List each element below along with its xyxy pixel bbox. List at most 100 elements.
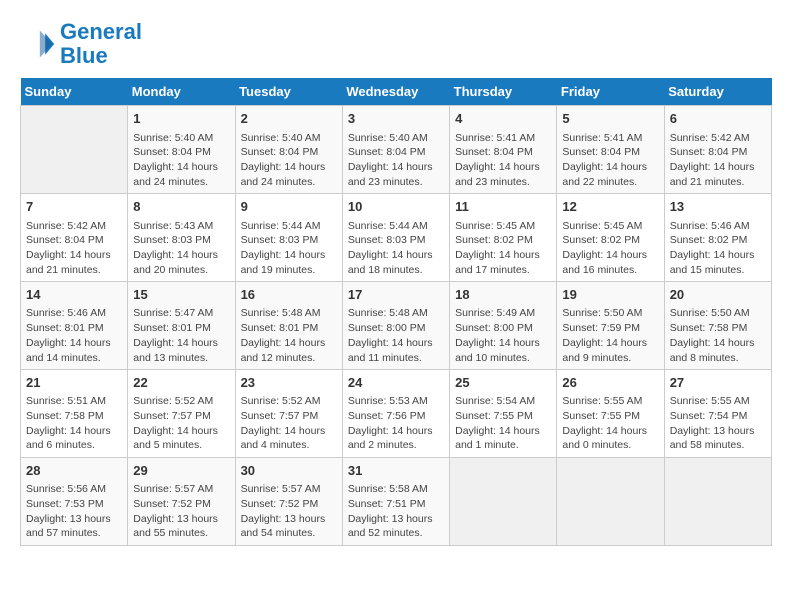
day-cell: 15Sunrise: 5:47 AM Sunset: 8:01 PM Dayli… — [128, 282, 235, 370]
day-info: Sunrise: 5:56 AM Sunset: 7:53 PM Dayligh… — [26, 482, 122, 541]
header-cell-monday: Monday — [128, 78, 235, 106]
day-info: Sunrise: 5:50 AM Sunset: 7:58 PM Dayligh… — [670, 306, 766, 365]
day-info: Sunrise: 5:45 AM Sunset: 8:02 PM Dayligh… — [562, 219, 658, 278]
day-info: Sunrise: 5:40 AM Sunset: 8:04 PM Dayligh… — [348, 131, 444, 190]
day-number: 29 — [133, 462, 229, 480]
day-cell — [664, 458, 771, 546]
day-cell: 1 Sunrise: 5:40 AM Sunset: 8:04 PM Daylig… — [128, 106, 235, 194]
day-cell: 10 Sunrise: 5:44 AM Sunset: 8:03 PM Dayli… — [342, 194, 449, 282]
day-number: 3 — [348, 110, 444, 128]
header-cell-friday: Friday — [557, 78, 664, 106]
week-row-3: 14 Sunrise: 5:46 AM Sunset: 8:01 PM Dayli… — [21, 282, 772, 370]
day-number: 5 — [562, 110, 658, 128]
day-info: Sunrise: 5:40 AM Sunset: 8:04 PM Dayligh… — [133, 131, 229, 190]
day-info: Sunrise: 5:41 AM Sunset: 8:04 PM Dayligh… — [562, 131, 658, 190]
day-number: 2 — [241, 110, 337, 128]
day-info: Sunrise: 5:46 AM Sunset: 8:02 PM Dayligh… — [670, 219, 766, 278]
day-number: 9 — [241, 198, 337, 216]
day-cell — [450, 458, 557, 546]
day-number: 15 — [133, 286, 229, 304]
day-cell: 21 Sunrise: 5:51 AM Sunset: 7:58 PM Dayli… — [21, 370, 128, 458]
day-cell: 12 Sunrise: 5:45 AM Sunset: 8:02 PM Dayli… — [557, 194, 664, 282]
day-cell: 17 Sunrise: 5:48 AM Sunset: 8:00 PM Dayli… — [342, 282, 449, 370]
day-number: 27 — [670, 374, 766, 392]
week-row-5: 28 Sunrise: 5:56 AM Sunset: 7:53 PM Dayli… — [21, 458, 772, 546]
day-info: Sunrise: 5:44 AM Sunset: 8:03 PM Dayligh… — [348, 219, 444, 278]
header-cell-tuesday: Tuesday — [235, 78, 342, 106]
day-cell: 8Sunrise: 5:43 AM Sunset: 8:03 PM Daylig… — [128, 194, 235, 282]
day-number: 10 — [348, 198, 444, 216]
day-cell: 14 Sunrise: 5:46 AM Sunset: 8:01 PM Dayli… — [21, 282, 128, 370]
day-number: 12 — [562, 198, 658, 216]
day-number: 28 — [26, 462, 122, 480]
day-cell: 2Sunrise: 5:40 AM Sunset: 8:04 PM Daylig… — [235, 106, 342, 194]
day-cell: 19Sunrise: 5:50 AM Sunset: 7:59 PM Dayli… — [557, 282, 664, 370]
day-cell: 29 Sunrise: 5:57 AM Sunset: 7:52 PM Dayli… — [128, 458, 235, 546]
day-info: Sunrise: 5:50 AM Sunset: 7:59 PM Dayligh… — [562, 306, 658, 365]
day-number: 20 — [670, 286, 766, 304]
calendar-table: SundayMondayTuesdayWednesdayThursdayFrid… — [20, 78, 772, 546]
day-cell: 31 Sunrise: 5:58 AM Sunset: 7:51 PM Dayli… — [342, 458, 449, 546]
day-info: Sunrise: 5:52 AM Sunset: 7:57 PM Dayligh… — [241, 394, 337, 453]
week-row-1: 1 Sunrise: 5:40 AM Sunset: 8:04 PM Daylig… — [21, 106, 772, 194]
logo: General Blue — [20, 20, 142, 68]
day-number: 18 — [455, 286, 551, 304]
day-info: Sunrise: 5:57 AM Sunset: 7:52 PM Dayligh… — [241, 482, 337, 541]
day-cell: 22 Sunrise: 5:52 AM Sunset: 7:57 PM Dayli… — [128, 370, 235, 458]
day-cell: 5 Sunrise: 5:41 AM Sunset: 8:04 PM Daylig… — [557, 106, 664, 194]
day-info: Sunrise: 5:46 AM Sunset: 8:01 PM Dayligh… — [26, 306, 122, 365]
header-cell-sunday: Sunday — [21, 78, 128, 106]
day-number: 6 — [670, 110, 766, 128]
header-cell-saturday: Saturday — [664, 78, 771, 106]
day-cell — [21, 106, 128, 194]
header-row: SundayMondayTuesdayWednesdayThursdayFrid… — [21, 78, 772, 106]
header-cell-wednesday: Wednesday — [342, 78, 449, 106]
day-info: Sunrise: 5:55 AM Sunset: 7:55 PM Dayligh… — [562, 394, 658, 453]
day-number: 23 — [241, 374, 337, 392]
day-info: Sunrise: 5:41 AM Sunset: 8:04 PM Dayligh… — [455, 131, 551, 190]
day-cell: 4Sunrise: 5:41 AM Sunset: 8:04 PM Daylig… — [450, 106, 557, 194]
day-info: Sunrise: 5:49 AM Sunset: 8:00 PM Dayligh… — [455, 306, 551, 365]
week-row-2: 7Sunrise: 5:42 AM Sunset: 8:04 PM Daylig… — [21, 194, 772, 282]
day-cell: 18 Sunrise: 5:49 AM Sunset: 8:00 PM Dayli… — [450, 282, 557, 370]
day-number: 21 — [26, 374, 122, 392]
day-cell — [557, 458, 664, 546]
day-cell: 11 Sunrise: 5:45 AM Sunset: 8:02 PM Dayli… — [450, 194, 557, 282]
day-number: 17 — [348, 286, 444, 304]
header: General Blue — [20, 20, 772, 68]
day-number: 24 — [348, 374, 444, 392]
day-info: Sunrise: 5:44 AM Sunset: 8:03 PM Dayligh… — [241, 219, 337, 278]
day-info: Sunrise: 5:55 AM Sunset: 7:54 PM Dayligh… — [670, 394, 766, 453]
day-cell: 26 Sunrise: 5:55 AM Sunset: 7:55 PM Dayli… — [557, 370, 664, 458]
logo-icon — [20, 26, 56, 62]
day-cell: 3 Sunrise: 5:40 AM Sunset: 8:04 PM Daylig… — [342, 106, 449, 194]
day-info: Sunrise: 5:42 AM Sunset: 8:04 PM Dayligh… — [670, 131, 766, 190]
day-number: 16 — [241, 286, 337, 304]
header-cell-thursday: Thursday — [450, 78, 557, 106]
day-info: Sunrise: 5:45 AM Sunset: 8:02 PM Dayligh… — [455, 219, 551, 278]
day-number: 26 — [562, 374, 658, 392]
logo-text: General Blue — [60, 20, 142, 68]
day-cell: 28 Sunrise: 5:56 AM Sunset: 7:53 PM Dayli… — [21, 458, 128, 546]
day-cell: 25Sunrise: 5:54 AM Sunset: 7:55 PM Dayli… — [450, 370, 557, 458]
day-cell: 9 Sunrise: 5:44 AM Sunset: 8:03 PM Daylig… — [235, 194, 342, 282]
day-number: 22 — [133, 374, 229, 392]
day-info: Sunrise: 5:57 AM Sunset: 7:52 PM Dayligh… — [133, 482, 229, 541]
week-row-4: 21 Sunrise: 5:51 AM Sunset: 7:58 PM Dayli… — [21, 370, 772, 458]
day-cell: 24Sunrise: 5:53 AM Sunset: 7:56 PM Dayli… — [342, 370, 449, 458]
day-number: 11 — [455, 198, 551, 216]
day-cell: 7Sunrise: 5:42 AM Sunset: 8:04 PM Daylig… — [21, 194, 128, 282]
day-cell: 6 Sunrise: 5:42 AM Sunset: 8:04 PM Daylig… — [664, 106, 771, 194]
day-number: 30 — [241, 462, 337, 480]
day-info: Sunrise: 5:48 AM Sunset: 8:00 PM Dayligh… — [348, 306, 444, 365]
day-number: 31 — [348, 462, 444, 480]
day-number: 1 — [133, 110, 229, 128]
day-number: 13 — [670, 198, 766, 216]
day-number: 25 — [455, 374, 551, 392]
day-info: Sunrise: 5:52 AM Sunset: 7:57 PM Dayligh… — [133, 394, 229, 453]
day-cell: 20 Sunrise: 5:50 AM Sunset: 7:58 PM Dayli… — [664, 282, 771, 370]
day-cell: 30 Sunrise: 5:57 AM Sunset: 7:52 PM Dayli… — [235, 458, 342, 546]
day-info: Sunrise: 5:58 AM Sunset: 7:51 PM Dayligh… — [348, 482, 444, 541]
day-number: 14 — [26, 286, 122, 304]
day-info: Sunrise: 5:51 AM Sunset: 7:58 PM Dayligh… — [26, 394, 122, 453]
